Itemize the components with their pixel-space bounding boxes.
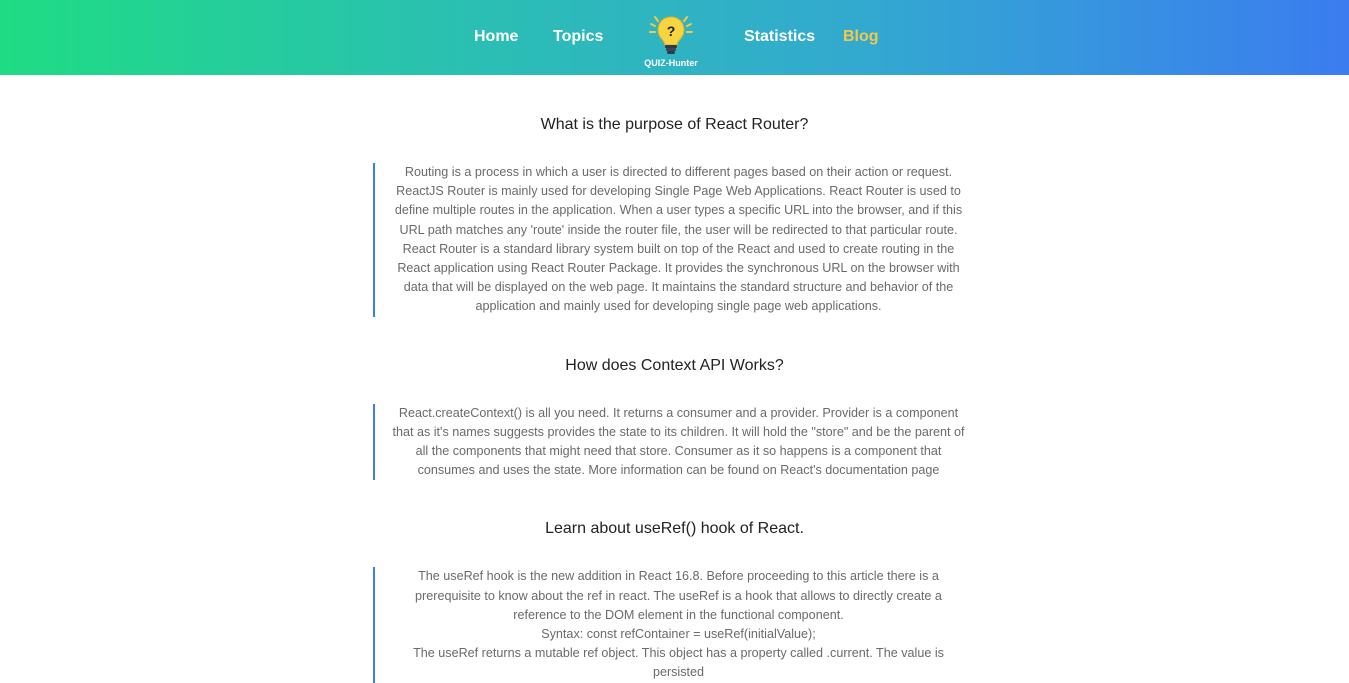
nav-home-link[interactable]: Home (474, 28, 518, 46)
post-title: Learn about useRef() hook of React. (545, 520, 804, 538)
post-title: What is the purpose of React Router? (540, 116, 809, 133)
post-answer: Routing is a process in which a user is … (372, 163, 977, 317)
nav-topics-link[interactable]: Topics (553, 28, 603, 46)
blog-post: What is the purpose of React Router? Rou… (372, 113, 977, 317)
blog-content: What is the purpose of React Router? Rou… (372, 75, 977, 683)
nav-statistics-link[interactable]: Statistics (744, 28, 815, 46)
blog-post: How does Context API Works? React.create… (372, 354, 977, 481)
logo-text: QUIZ-Hunter (644, 58, 698, 68)
post-answer: React.createContext() is all you need. I… (372, 403, 977, 481)
top-navbar: Home Topics ? QUIZ-Hunter Statistics Blo… (0, 0, 1349, 75)
nav-blog-link[interactable]: Blog (843, 28, 879, 46)
lightbulb-icon: ? (649, 16, 693, 54)
main-nav: Home Topics ? QUIZ-Hunter Statistics Blo… (0, 0, 1349, 75)
logo[interactable]: ? QUIZ-Hunter (640, 14, 702, 70)
post-answer: The useRef hook is the new addition in R… (372, 567, 977, 683)
post-title: How does Context API Works? (565, 356, 784, 374)
blog-post: Learn about useRef() hook of React. The … (372, 517, 977, 683)
svg-text:?: ? (667, 23, 676, 39)
